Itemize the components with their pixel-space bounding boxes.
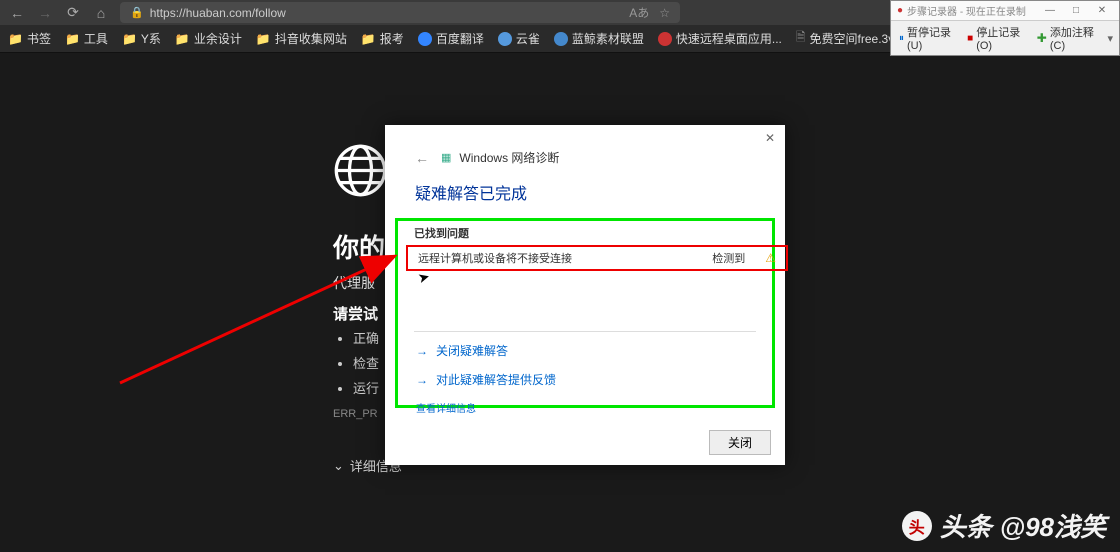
error-subtitle: 代理服 xyxy=(333,273,375,293)
folder-icon: 📁 xyxy=(122,32,137,46)
bookmark-item[interactable]: 蓝鲸素材联盟 xyxy=(554,30,644,47)
window-icon: ▦ xyxy=(441,151,451,164)
minimize-button[interactable]: — xyxy=(1039,5,1061,16)
bookmark-item[interactable]: 百度翻译 xyxy=(418,30,484,47)
feedback-link[interactable]: → 对此疑难解答提供反馈 xyxy=(398,365,772,394)
bookmark-item[interactable]: 📁报考 xyxy=(361,30,404,47)
arrow-icon: → xyxy=(416,373,428,387)
arrow-icon: → xyxy=(416,344,428,358)
page-content: 你的 代理服 请尝试 正确 检查 运行 ERR_PR ⌄ 详细信息 ✕ ← ▦ … xyxy=(0,53,1120,552)
forward-button[interactable]: → xyxy=(36,5,54,21)
bookmark-item[interactable]: 快速远程桌面应用... xyxy=(658,30,782,47)
recorder-title: 步骤记录器 - 现在正在录制 xyxy=(907,3,1035,18)
reader-icon[interactable]: Aあ xyxy=(629,4,649,21)
dialog-title: 疑难解答已完成 xyxy=(385,172,785,218)
address-bar[interactable]: 🔒 https://huaban.com/follow Aあ ☆ xyxy=(120,2,680,23)
stop-record-button[interactable]: ■ 停止记录(O) xyxy=(965,24,1031,52)
favorite-icon[interactable]: ☆ xyxy=(659,6,670,20)
problem-text: 远程计算机或设备将不接受连接 xyxy=(418,250,572,266)
add-comment-button[interactable]: ✚ 添加注释(C) xyxy=(1035,24,1104,52)
page-icon: 🗎 xyxy=(796,28,806,49)
detected-label: 检测到 xyxy=(712,250,745,266)
watermark: 头 头条 @98浅笑 xyxy=(902,507,1106,544)
folder-icon: 📁 xyxy=(8,32,23,46)
site-icon xyxy=(498,32,512,46)
highlight-frame-green: 已找到问题 远程计算机或设备将不接受连接 检测到 ⚠ → 关闭疑难解答 → 对此… xyxy=(395,218,775,408)
pause-icon: ⏸ xyxy=(899,33,904,44)
bookmark-item[interactable]: 📁抖音收集网站 xyxy=(256,30,347,47)
troubleshooter-dialog: ✕ ← ▦ Windows 网络诊断 疑难解答已完成 已找到问题 远程计算机或设… xyxy=(385,125,785,465)
warning-icon: ⚠ xyxy=(765,251,776,265)
url-text: https://huaban.com/follow xyxy=(150,6,286,20)
bookmark-item[interactable]: 📁业余设计 xyxy=(175,30,242,47)
error-title: 你的 xyxy=(333,228,385,265)
error-code: ERR_PR xyxy=(333,408,378,420)
back-button[interactable]: ← xyxy=(8,5,26,21)
stop-icon: ■ xyxy=(967,33,973,44)
back-icon[interactable]: ← xyxy=(415,150,429,166)
steps-recorder-window: ● 步骤记录器 - 现在正在录制 — □ ✕ ⏸ 暂停记录(U) ■ 停止记录(… xyxy=(890,0,1120,56)
view-details-link[interactable]: 查看详细信息 xyxy=(398,394,772,415)
recorder-titlebar[interactable]: ● 步骤记录器 - 现在正在录制 — □ ✕ xyxy=(891,1,1119,21)
error-suggestions: 正确 检查 运行 xyxy=(353,328,379,403)
found-problems-label: 已找到问题 xyxy=(398,225,772,241)
dropdown-icon[interactable]: ▾ xyxy=(1107,32,1113,45)
folder-icon: 📁 xyxy=(361,32,376,46)
close-troubleshooter-link[interactable]: → 关闭疑难解答 xyxy=(398,336,772,365)
bookmark-item[interactable]: 📁工具 xyxy=(65,30,108,47)
home-button[interactable]: ⌂ xyxy=(92,5,110,21)
error-try-label: 请尝试 xyxy=(333,303,378,324)
folder-icon: 📁 xyxy=(256,32,271,46)
bookmark-item[interactable]: 📁Y系 xyxy=(122,30,161,47)
dialog-app-name: Windows 网络诊断 xyxy=(459,149,559,166)
close-button[interactable]: 关闭 xyxy=(709,430,771,455)
site-icon xyxy=(554,32,568,46)
chevron-down-icon: ⌄ xyxy=(333,458,344,474)
lock-icon: 🔒 xyxy=(130,6,144,19)
pause-record-button[interactable]: ⏸ 暂停记录(U) xyxy=(897,24,961,52)
highlight-frame-red: 远程计算机或设备将不接受连接 检测到 ⚠ xyxy=(406,245,788,271)
site-icon xyxy=(658,32,672,46)
toutiao-logo-icon: 头 xyxy=(902,511,932,541)
close-icon[interactable]: ✕ xyxy=(765,131,775,145)
site-icon xyxy=(418,32,432,46)
close-button[interactable]: ✕ xyxy=(1091,5,1113,16)
maximize-button[interactable]: □ xyxy=(1065,5,1087,16)
bookmark-item[interactable]: 云雀 xyxy=(498,30,540,47)
folder-icon: 📁 xyxy=(175,32,190,46)
folder-icon: 📁 xyxy=(65,32,80,46)
comment-icon: ✚ xyxy=(1037,31,1047,45)
globe-icon xyxy=(333,143,388,198)
refresh-button[interactable]: ⟳ xyxy=(64,4,82,21)
recorder-app-icon: ● xyxy=(897,5,903,16)
bookmark-item[interactable]: 📁书签 xyxy=(8,30,51,47)
